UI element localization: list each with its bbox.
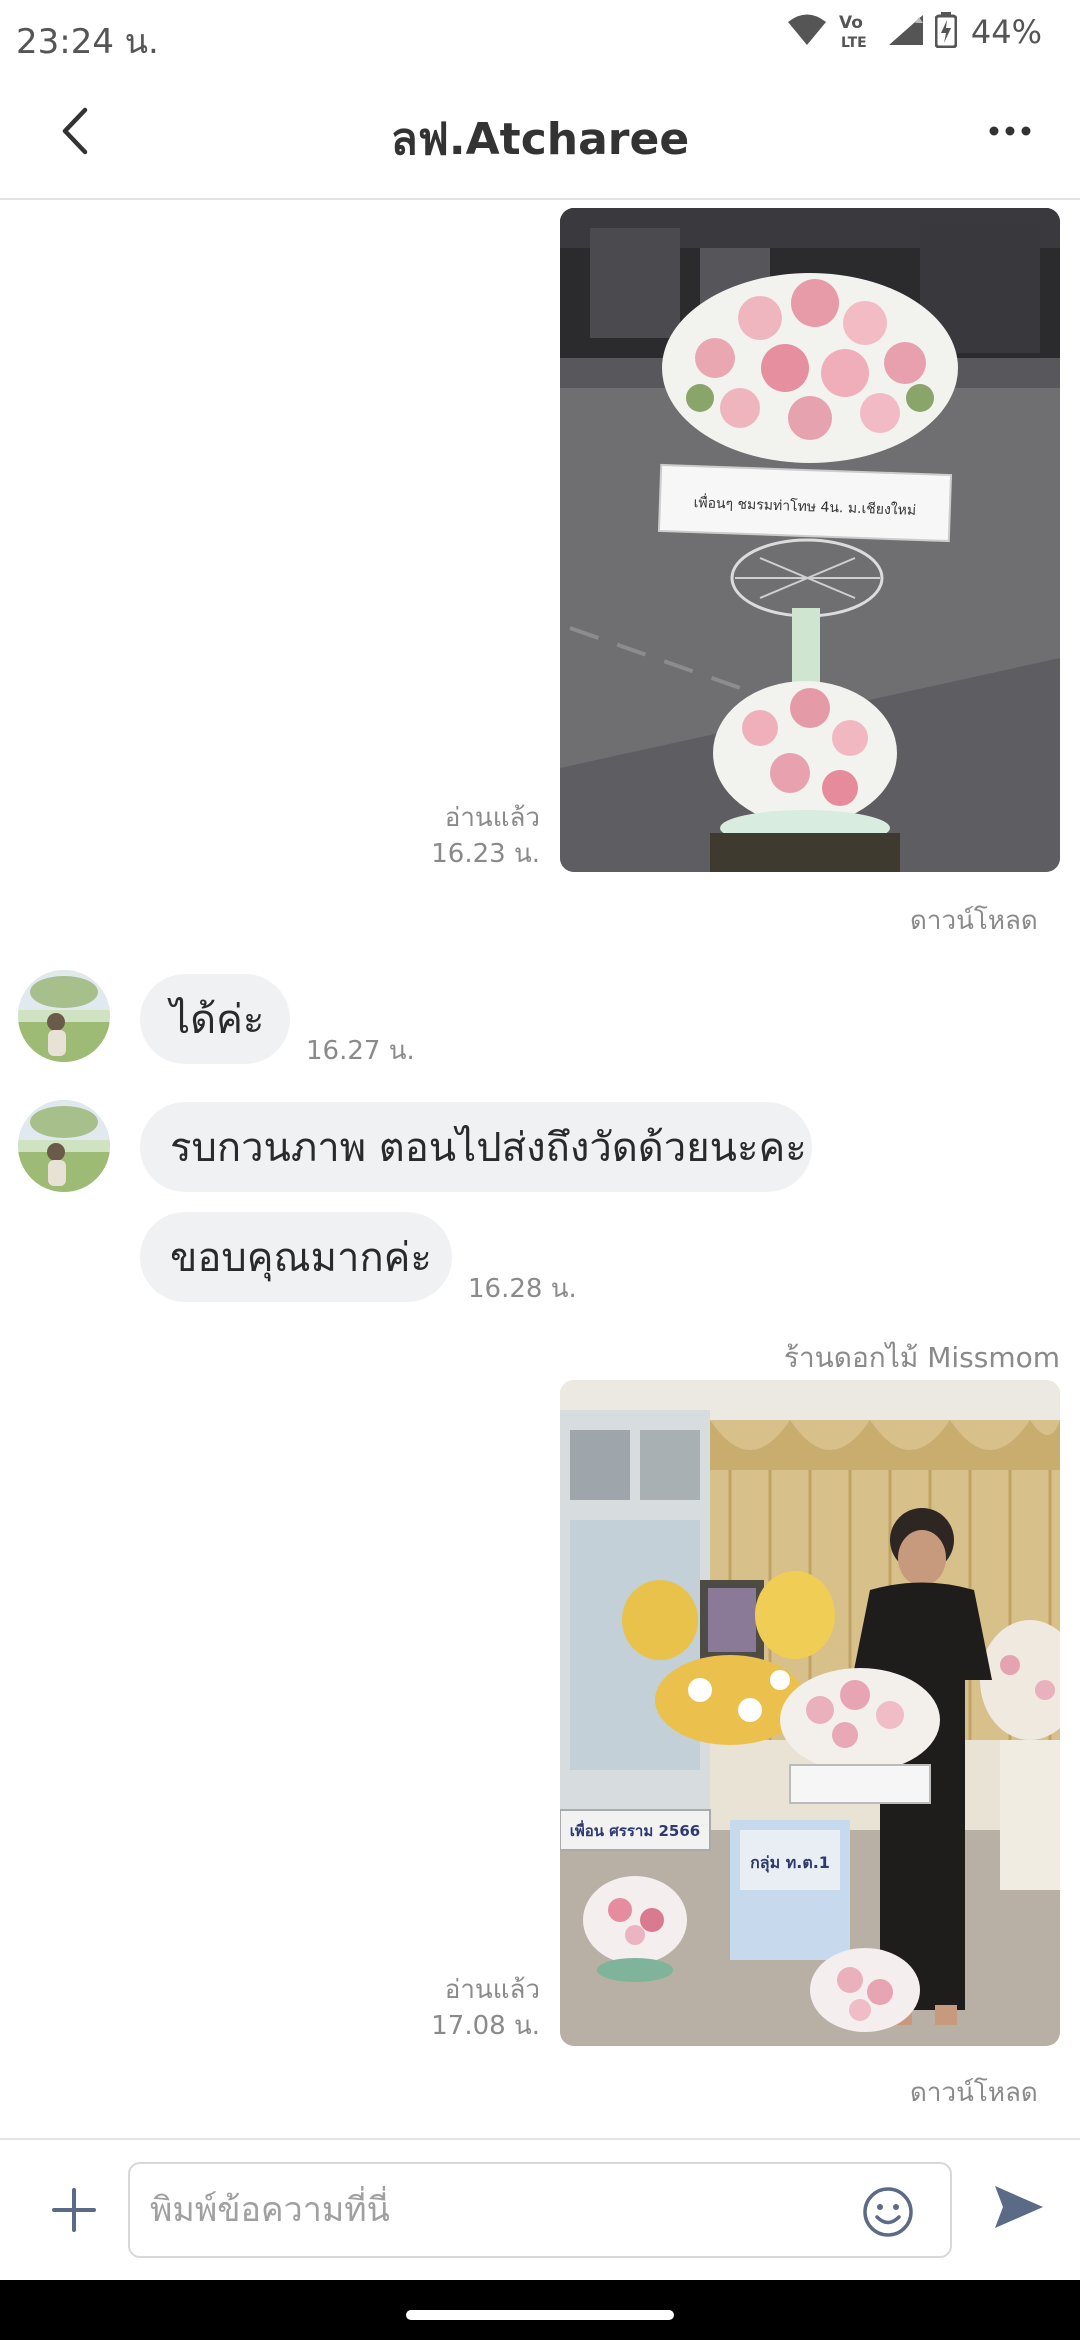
avatar-image xyxy=(18,1100,110,1192)
home-indicator[interactable] xyxy=(406,2310,674,2320)
svg-text:LTE: LTE xyxy=(841,35,867,50)
message-text: รบกวนภาพ ตอนไปส่งถึงวัดด้วยนะคะ xyxy=(170,1125,807,1171)
message-input[interactable] xyxy=(150,2180,830,2240)
more-horizontal-icon xyxy=(989,126,1031,136)
chat-header: ลฟ.Atcharee xyxy=(0,66,1080,200)
sender-name: ร้านดอกไม้ Missmom xyxy=(783,1341,1060,1374)
status-bar: 23:24 น. Vo LTE 44% xyxy=(0,0,1080,66)
cellular-signal-icon xyxy=(887,13,925,51)
volte-lte-icon: Vo LTE xyxy=(837,10,877,54)
wifi-icon xyxy=(787,13,827,51)
avatar-image xyxy=(18,970,110,1062)
message-time: 17.08 น. xyxy=(431,2011,540,2041)
read-status: อ่านแล้ว xyxy=(444,1975,540,2005)
emoji-button[interactable] xyxy=(862,2186,914,2238)
message-time: 16.27 น. xyxy=(306,1036,415,1066)
flower-stand-photo: เพื่อนๆ ชมรมท่าโทษ 4น. ม.เชียงใหม่ xyxy=(560,208,1060,872)
message-time: 16.23 น. xyxy=(431,839,540,869)
message-bubble[interactable]: ได้ค่ะ xyxy=(140,974,290,1064)
photo1-meta: อ่านแล้ว 16.23 น. xyxy=(380,800,540,872)
message-box xyxy=(128,2162,952,2258)
photo-sign-left: เพื่อน ศรราม 2566 xyxy=(570,1820,700,1840)
read-status: อ่านแล้ว xyxy=(444,803,540,833)
photo-message-delivery[interactable]: เพื่อน ศรราม 2566 กลุ่ม ท.ต.1 xyxy=(560,1380,1060,2046)
more-options-button[interactable] xyxy=(970,96,1050,166)
message-bubble[interactable]: รบกวนภาพ ตอนไปส่งถึงวัดด้วยนะคะ xyxy=(140,1102,812,1192)
avatar[interactable] xyxy=(18,1100,110,1192)
photo-message-flower-stand[interactable]: เพื่อนๆ ชมรมท่าโทษ 4น. ม.เชียงใหม่ xyxy=(560,208,1060,872)
svg-text:Vo: Vo xyxy=(839,13,863,33)
photo-sign-center: กลุ่ม ท.ต.1 xyxy=(750,1853,830,1873)
chat-area[interactable]: เพื่อนๆ ชมรมท่าโทษ 4น. ม.เชียงใหม่ อ่านแ… xyxy=(0,200,1080,2138)
status-icons: Vo LTE 44% xyxy=(787,12,1042,52)
message-text: ขอบคุณมากค่ะ xyxy=(170,1235,432,1281)
send-button[interactable] xyxy=(984,2172,1054,2242)
system-navigation-bar xyxy=(0,2280,1080,2340)
download-link[interactable]: ดาวน์โหลด xyxy=(910,900,1038,941)
message-text: ได้ค่ะ xyxy=(170,997,265,1043)
send-icon xyxy=(995,2186,1043,2228)
message-bubble[interactable]: ขอบคุณมากค่ะ xyxy=(140,1212,452,1302)
message-time: 16.28 น. xyxy=(468,1274,577,1304)
smiley-icon xyxy=(863,2187,913,2237)
add-attachment-button[interactable] xyxy=(40,2176,108,2244)
delivery-photo: เพื่อน ศรราม 2566 กลุ่ม ท.ต.1 xyxy=(560,1380,1060,2046)
status-time: 23:24 น. xyxy=(16,22,159,62)
avatar[interactable] xyxy=(18,970,110,1062)
message-input-bar xyxy=(0,2138,1080,2280)
chat-title: ลฟ.Atcharee xyxy=(390,114,690,165)
battery-charging-icon xyxy=(934,12,958,52)
battery-percent: 44% xyxy=(970,13,1042,51)
photo2-meta: อ่านแล้ว 17.08 น. xyxy=(380,1972,540,2044)
plus-icon xyxy=(52,2188,96,2232)
download-link[interactable]: ดาวน์โหลด xyxy=(910,2072,1038,2113)
